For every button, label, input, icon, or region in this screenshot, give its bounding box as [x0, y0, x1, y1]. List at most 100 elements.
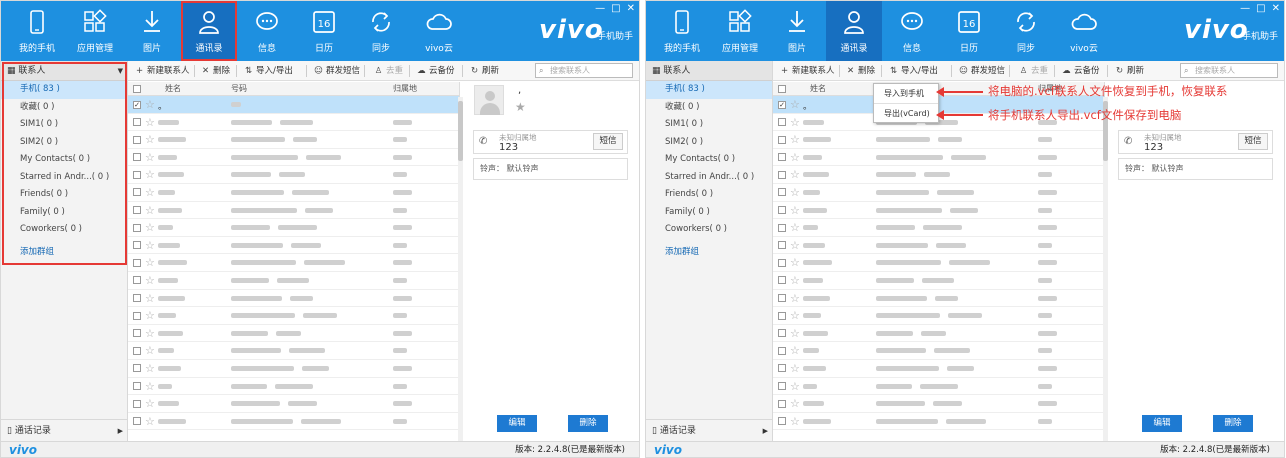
table-row[interactable]: ☆	[128, 290, 459, 308]
sidebar-item-favorites[interactable]: 收藏( 0 )	[646, 99, 772, 117]
row-checkbox[interactable]	[133, 346, 141, 355]
delete-contact-button[interactable]: 删除	[1213, 415, 1253, 432]
import-export-button[interactable]: ⇅ 导入/导出	[888, 61, 938, 81]
table-row[interactable]: ☆	[773, 307, 1104, 325]
row-checkbox[interactable]	[778, 170, 786, 179]
edit-button[interactable]: 编辑	[1142, 415, 1182, 432]
menu-item-import-to-phone[interactable]: 导入到手机	[874, 84, 938, 103]
favorite-star-icon[interactable]: ☆	[790, 308, 800, 323]
row-checkbox[interactable]	[778, 223, 786, 232]
search-input[interactable]: ⌕ 搜索联系人	[1180, 63, 1278, 78]
favorite-star-icon[interactable]: ☆	[790, 255, 800, 270]
sidebar-item-family[interactable]: Family( 0 )	[1, 204, 127, 222]
favorite-star-icon[interactable]: ☆	[145, 220, 155, 235]
nav-calendar[interactable]: 16 日历	[941, 1, 997, 61]
favorite-star-icon[interactable]: ☆	[145, 361, 155, 376]
nav-vivo-cloud[interactable]: vivo云	[411, 1, 467, 61]
sidebar-item-phone[interactable]: 手机( 83 )	[1, 81, 127, 99]
favorite-star-icon[interactable]: ☆	[790, 414, 800, 429]
call-log-section[interactable]: ▯ 通话记录 ▶	[1, 419, 127, 441]
nav-vivo-cloud[interactable]: vivo云	[1056, 1, 1112, 61]
table-row[interactable]: ☆	[773, 237, 1104, 255]
sidebar-item-friends[interactable]: Friends( 0 )	[646, 186, 772, 204]
sidebar-item-friends[interactable]: Friends( 0 )	[1, 186, 127, 204]
favorite-star-icon[interactable]: ☆	[790, 379, 800, 394]
sidebar-item-favorites[interactable]: 收藏( 0 )	[1, 99, 127, 117]
refresh-button[interactable]: ↻ 刷新	[469, 61, 499, 81]
sidebar-item-starred[interactable]: Starred in Andr...( 0 )	[646, 169, 772, 187]
cloud-backup-button[interactable]: ☁ 云备份	[1061, 61, 1099, 81]
row-checkbox[interactable]	[778, 206, 786, 215]
row-checkbox[interactable]	[133, 223, 141, 232]
sidebar-item-family[interactable]: Family( 0 )	[646, 204, 772, 222]
sidebar-header[interactable]: ▦ 联系人 ▼	[1, 61, 127, 81]
row-checkbox[interactable]	[133, 417, 141, 426]
row-checkbox[interactable]	[133, 399, 141, 408]
favorite-star-icon[interactable]: ☆	[790, 132, 800, 147]
table-row[interactable]: ☆	[773, 290, 1104, 308]
row-checkbox[interactable]	[778, 311, 786, 320]
table-row[interactable]: ☆	[128, 149, 459, 167]
row-checkbox[interactable]	[778, 382, 786, 390]
import-export-button[interactable]: ⇅ 导入/导出	[243, 61, 293, 81]
sidebar-item-sim2[interactable]: SIM2( 0 )	[1, 134, 127, 152]
nav-messages[interactable]: 信息	[884, 1, 940, 61]
row-checkbox[interactable]	[133, 241, 141, 250]
favorite-star-icon[interactable]: ☆	[145, 396, 155, 411]
nav-sync[interactable]: 同步	[353, 1, 409, 61]
favorite-star-icon[interactable]: ☆	[790, 185, 800, 200]
sms-button[interactable]: 短信	[1238, 133, 1268, 150]
table-row[interactable]: ☆	[128, 325, 459, 343]
group-sms-button[interactable]: ☺ 群发短信	[313, 61, 360, 81]
favorite-star-icon[interactable]: ☆	[790, 115, 800, 130]
favorite-star-icon[interactable]: ☆	[145, 238, 155, 253]
nav-my-phone[interactable]: 我的手机	[654, 1, 710, 61]
row-checkbox[interactable]	[778, 153, 786, 162]
select-all-checkbox[interactable]	[778, 85, 786, 93]
row-checkbox[interactable]	[133, 188, 141, 197]
row-checkbox[interactable]	[778, 417, 786, 426]
table-row[interactable]: ☆	[773, 166, 1104, 184]
row-checkbox[interactable]	[133, 206, 141, 215]
table-row[interactable]: ☆	[128, 237, 459, 255]
table-row[interactable]: ☆	[128, 413, 459, 431]
table-row[interactable]: ☆	[773, 149, 1104, 167]
search-input[interactable]: ⌕ 搜索联系人	[535, 63, 633, 78]
favorite-star-icon[interactable]: ☆	[145, 414, 155, 429]
favorite-star-icon[interactable]: ☆	[790, 238, 800, 253]
favorite-star-icon[interactable]: ☆	[145, 97, 155, 112]
favorite-star-icon[interactable]: ☆	[145, 326, 155, 341]
row-checkbox[interactable]	[133, 258, 141, 267]
table-row[interactable]: ☆	[773, 184, 1104, 202]
call-log-section[interactable]: ▯ 通话记录 ▶	[646, 419, 772, 441]
favorite-star-icon[interactable]: ☆	[790, 291, 800, 306]
sidebar-item-my-contacts[interactable]: My Contacts( 0 )	[1, 151, 127, 169]
favorite-star-icon[interactable]: ☆	[790, 326, 800, 341]
table-row[interactable]: ☆	[128, 184, 459, 202]
sidebar-item-phone[interactable]: 手机( 83 )	[646, 81, 772, 99]
new-contact-button[interactable]: + 新建联系人	[134, 61, 190, 81]
minimize-icon[interactable]: —	[1240, 3, 1250, 14]
sidebar-item-coworkers[interactable]: Coworkers( 0 )	[646, 221, 772, 239]
row-checkbox[interactable]	[133, 329, 141, 338]
favorite-star-icon[interactable]: ☆	[790, 273, 800, 288]
close-icon[interactable]: ✕	[627, 3, 635, 14]
table-row[interactable]: ☆	[773, 325, 1104, 343]
row-checkbox[interactable]	[778, 364, 786, 373]
table-row[interactable]: ☆	[773, 342, 1104, 360]
row-checkbox[interactable]	[778, 241, 786, 250]
favorite-star-icon[interactable]: ☆	[790, 150, 800, 165]
row-checkbox[interactable]	[778, 346, 786, 355]
favorite-star-icon[interactable]: ☆	[790, 203, 800, 218]
row-checkbox[interactable]	[133, 311, 141, 320]
nav-messages[interactable]: 信息	[239, 1, 295, 61]
row-checkbox[interactable]: ✓	[778, 100, 786, 109]
delete-button[interactable]: ✕ 删除	[845, 61, 875, 81]
new-contact-button[interactable]: + 新建联系人	[779, 61, 835, 81]
favorite-star-icon[interactable]: ☆	[145, 291, 155, 306]
row-checkbox[interactable]	[133, 294, 141, 303]
row-checkbox[interactable]	[778, 399, 786, 408]
table-row[interactable]: ☆	[773, 219, 1104, 237]
row-checkbox[interactable]	[778, 135, 786, 144]
favorite-star-icon[interactable]: ☆	[790, 167, 800, 182]
